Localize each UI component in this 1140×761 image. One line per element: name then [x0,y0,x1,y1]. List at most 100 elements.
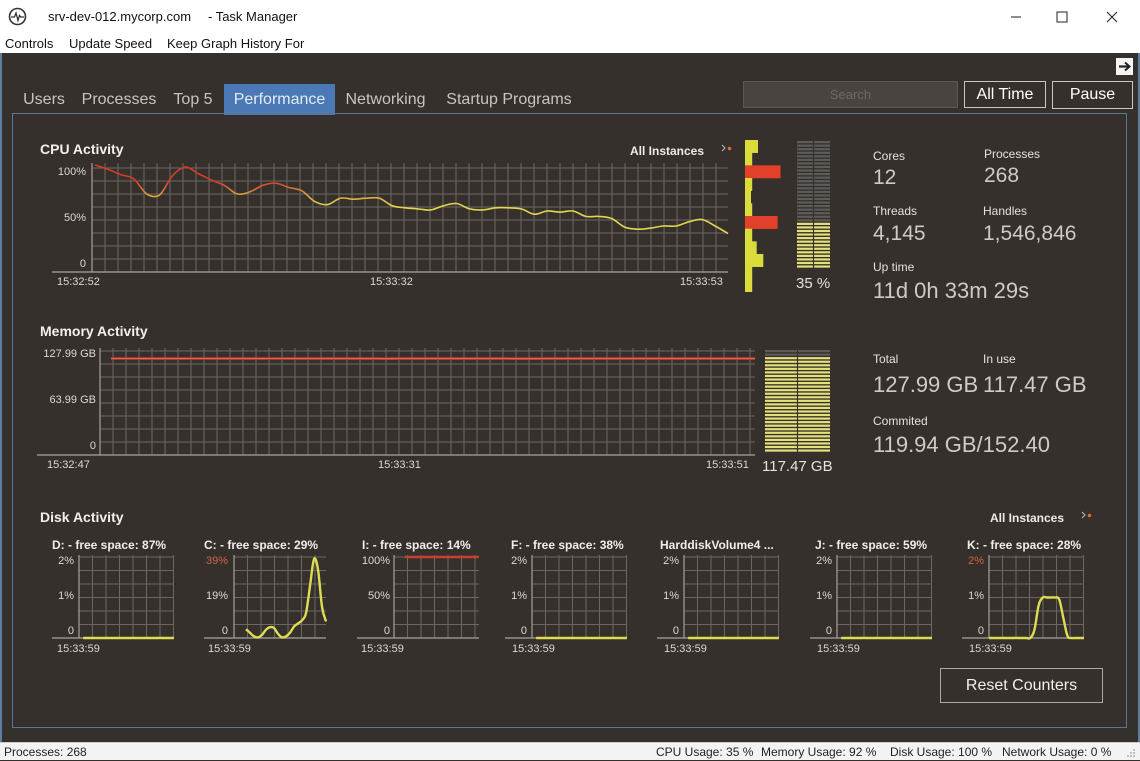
threads-value: 4,145 [873,222,926,246]
tab-users[interactable]: Users [14,84,74,115]
tab-networking[interactable]: Networking [337,84,434,115]
status-disk-usage: Disk Usage: 100 % [890,745,992,759]
cpu-activity-chart [40,160,740,280]
gauge-segment [798,403,830,405]
disk-j-title: J: - free space: 59% [815,538,927,552]
gauge-segment [765,357,797,359]
gauge-segment [765,442,797,444]
gauge-segment [765,382,797,384]
gauge-segment [765,428,797,430]
gauge-segment [797,209,813,211]
resize-grip[interactable] [1126,747,1136,757]
cpu-usage-gauge [797,141,830,269]
gauge-segment [765,446,797,448]
menu-controls[interactable]: Controls [5,36,53,51]
pause-button[interactable]: Pause [1052,81,1133,109]
gauge-segment [765,389,797,391]
gauge-segment [765,435,797,437]
gauge-segment [798,393,830,395]
gauge-segment [797,255,813,257]
gauge-segment [814,230,830,232]
tab-top-5[interactable]: Top 5 [164,84,222,115]
gauge-segment [797,159,813,161]
uptime-label: Up time [873,260,914,274]
gauge-segment [765,393,797,395]
menu-keep-graph-history[interactable]: Keep Graph History For [167,36,304,51]
tab-performance[interactable]: Performance [224,84,335,115]
gauge-segment [797,198,813,200]
close-button[interactable] [1089,0,1135,33]
gauge-segment [797,194,813,196]
tab-startup-programs[interactable]: Startup Programs [438,84,580,115]
cpu-core-bar [745,153,752,166]
memory-activity-chart [37,345,757,460]
disk-i-xtick: 15:33:59 [361,643,404,655]
cpu-xtick-end: 15:33:53 [680,276,723,288]
gauge-segment [798,357,830,359]
pop-out-button[interactable] [1116,58,1133,75]
disk-c-xtick: 15:33:59 [208,643,251,655]
gauge-segment [797,251,813,253]
disk-c-title: C: - free space: 29% [204,538,318,552]
maximize-button[interactable] [1039,0,1085,33]
gauge-segment [798,421,830,423]
gauge-segment [798,375,830,377]
cpu-instances-expand-icon[interactable] [720,142,734,154]
gauge-segment [814,258,830,260]
disk-harddiskvolume4-xtick: 15:33:59 [664,643,707,655]
gauge-segment [814,237,830,239]
cpu-xtick-mid: 15:33:32 [370,276,413,288]
cpu-core-bar [745,216,778,229]
gauge-segment [814,255,830,257]
minimize-button[interactable] [993,0,1039,33]
cpu-usage-percent: 35 % [796,275,830,292]
disk-i-title: I: - free space: 14% [362,538,471,552]
disk-j-xtick: 15:33:59 [817,643,860,655]
gauge-segment [765,414,797,416]
gauge-segment [797,219,813,221]
window-host-name: srv-dev-012.mycorp.com [48,9,191,24]
threads-label: Threads [873,204,917,218]
gauge-segment [814,173,830,175]
disk-d-title: D: - free space: 87% [52,538,166,552]
gauge-segment [814,194,830,196]
gauge-segment [814,244,830,246]
gauge-segment [798,414,830,416]
arrow-right-icon [1116,58,1133,75]
memory-usage-gauge [765,350,830,453]
gauge-segment [814,187,830,189]
gauge-segment [765,364,797,366]
memory-in-use-gauge-label: 117.47 GB [762,458,833,475]
cpu-xtick-start: 15:32:52 [57,276,100,288]
disk-harddiskvolume4-title: HarddiskVolume4 ... [660,538,774,552]
gauge-segment [765,361,797,363]
menu-update-speed[interactable]: Update Speed [69,36,152,51]
disk-d-xtick: 15:33:59 [57,643,100,655]
gauge-segment [814,223,830,225]
gauge-segment [797,258,813,260]
memory-in-use-label: In use [983,352,1016,366]
disk-instances-selector[interactable]: All Instances [990,511,1064,525]
gauge-segment [814,191,830,193]
time-range-button[interactable]: All Time [964,81,1046,108]
gauge-segment [814,159,830,161]
gauge-segment [814,198,830,200]
gauge-segment [798,386,830,388]
tab-processes[interactable]: Processes [74,84,164,115]
disk-instances-expand-icon[interactable] [1080,509,1094,521]
cpu-core-bar [745,229,752,242]
memory-xtick-end: 15:33:51 [706,459,749,471]
memory-in-use-value: 117.47 GB [983,372,1087,398]
gauge-segment [814,169,830,171]
gauge-segment [797,244,813,246]
search-input[interactable] [743,81,958,108]
gauge-segment [765,421,797,423]
status-network-usage: Network Usage: 0 % [1002,745,1111,759]
cpu-instances-selector[interactable]: All Instances [630,144,704,158]
memory-xtick-start: 15:32:47 [47,459,90,471]
gauge-segment [765,439,797,441]
gauge-segment [814,166,830,168]
cpu-core-bar [745,267,752,280]
reset-counters-button[interactable]: Reset Counters [940,668,1103,703]
gauge-segment [765,407,797,409]
